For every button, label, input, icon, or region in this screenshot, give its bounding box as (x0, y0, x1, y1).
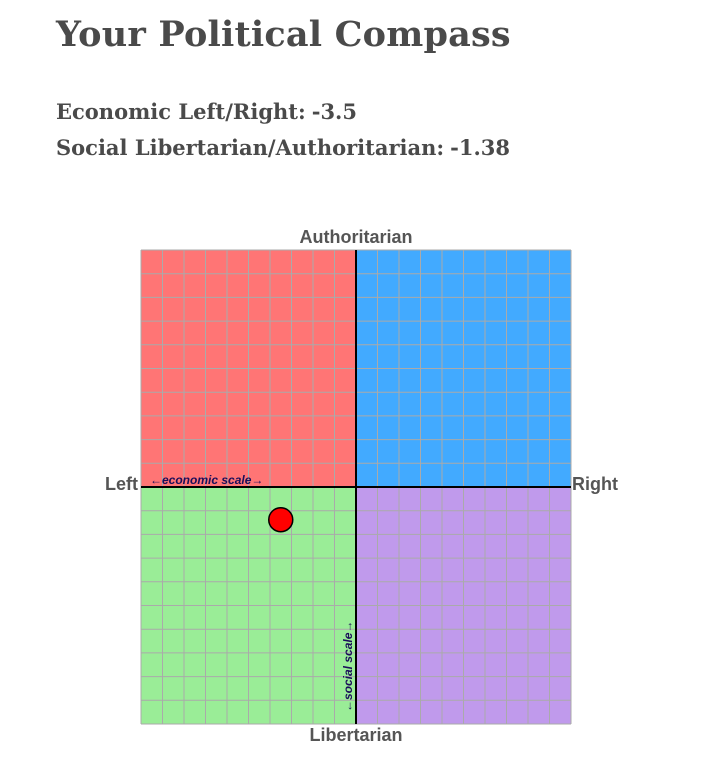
axis-label-libertarian: Libertarian (309, 725, 402, 745)
social-scale-label: ←social scale→ (341, 621, 355, 712)
axis-label-authoritarian: Authoritarian (299, 227, 412, 247)
political-compass: Authoritarian Libertarian Left Right ←ec… (105, 227, 618, 745)
result-marker (268, 506, 294, 533)
axis-label-left: Left (105, 474, 138, 494)
axis-label-right: Right (572, 474, 618, 494)
economic-scale-label: ←economic scale→ (150, 473, 263, 487)
